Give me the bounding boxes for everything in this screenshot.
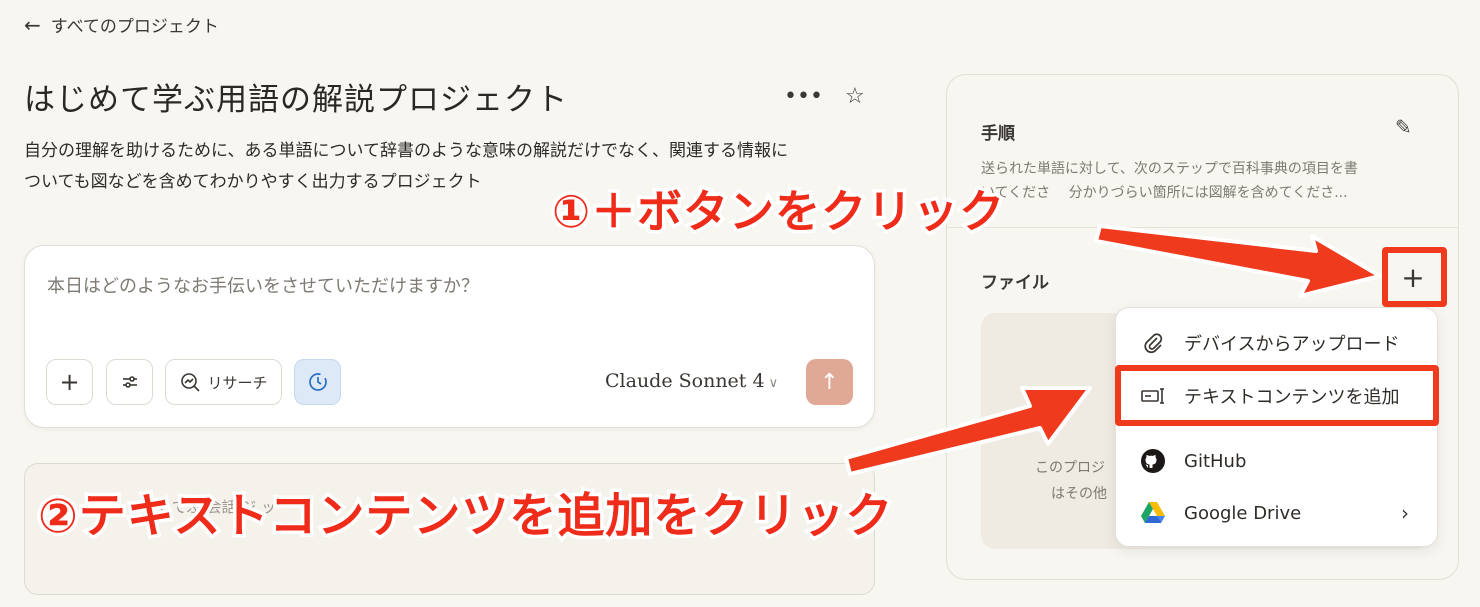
chevron-down-icon: ∨ <box>768 376 779 391</box>
menu-item-github[interactable]: GitHub <box>1116 436 1437 486</box>
menu-item-label: Google Drive <box>1184 502 1302 524</box>
paperclip-icon <box>1140 331 1166 355</box>
steps-line-1: 送られた単語に対して、次のステップで百科事典の項目を書 <box>981 161 1358 177</box>
back-to-projects-link[interactable]: ← すべてのプロジェクト <box>24 12 219 38</box>
send-button[interactable]: ↑ <box>806 359 853 405</box>
star-icon[interactable]: ☆ <box>845 84 865 109</box>
menu-item-upload-from-device[interactable]: デバイスからアップロード <box>1116 318 1437 368</box>
arrow-up-icon: ↑ <box>820 369 839 395</box>
callout-step1: ①＋ボタンをクリック <box>548 182 1007 242</box>
chat-input-box: 本日はどのようなお手伝いをさせていただけますか？ + リサーチ Claude S… <box>24 245 875 428</box>
menu-item-label: テキストコンテンツを追加 <box>1184 387 1400 408</box>
menu-item-add-text-content[interactable]: テキストコンテンツを追加 <box>1116 371 1437 421</box>
menu-item-label: デバイスからアップロード <box>1184 334 1400 355</box>
text-add-icon <box>1140 386 1166 406</box>
add-attachment-button[interactable]: + <box>46 359 93 405</box>
add-file-menu: デバイスからアップロード テキストコンテンツを追加 GitHub Google … <box>1115 307 1438 547</box>
files-title: ファイル <box>981 273 1049 293</box>
chevron-right-icon: › <box>1401 501 1409 525</box>
callout-step2: ②テキストコンテンツを追加をクリック <box>34 486 895 548</box>
research-button[interactable]: リサーチ <box>165 359 282 405</box>
title-actions: ••• ☆ <box>784 84 865 109</box>
extended-thinking-button[interactable] <box>294 359 341 405</box>
plus-icon: + <box>1401 260 1425 294</box>
plus-icon: + <box>59 368 80 396</box>
research-label: リサーチ <box>207 373 268 392</box>
github-icon <box>1140 448 1166 474</box>
steps-text: 送られた単語に対して、次のステップで百科事典の項目を書 いてくださ 分かりづらい… <box>981 157 1421 205</box>
sliders-icon <box>122 376 137 388</box>
back-link-label: すべてのプロジェクト <box>50 17 219 37</box>
clock-icon <box>308 373 327 391</box>
model-name: Claude Sonnet 4 <box>605 370 765 392</box>
google-drive-icon <box>1140 501 1166 525</box>
arrow-left-icon: ← <box>24 12 41 37</box>
divider <box>947 227 1458 228</box>
steps-line-2: いてくださ 分かりづらい箇所には図解を含めてくださ... <box>981 185 1348 201</box>
tools-button[interactable] <box>106 359 153 405</box>
add-file-button[interactable]: + <box>1393 257 1433 297</box>
pencil-icon[interactable]: ✎ <box>1395 115 1412 139</box>
chat-input[interactable]: 本日はどのようなお手伝いをさせていただけますか？ <box>47 272 479 298</box>
description-line-1: 自分の理解を助けるために、ある単語について辞書のような意味の解説だけでなく、関連… <box>24 141 788 161</box>
model-selector[interactable]: Claude Sonnet 4 ∨ <box>605 370 778 392</box>
menu-item-label: GitHub <box>1184 450 1247 472</box>
research-icon <box>181 373 201 392</box>
page-title: はじめて学ぶ用語の解説プロジェクト <box>24 82 568 118</box>
steps-title: 手順 <box>981 124 1015 144</box>
menu-item-google-drive[interactable]: Google Drive › <box>1116 488 1437 538</box>
more-options-icon[interactable]: ••• <box>784 84 823 109</box>
